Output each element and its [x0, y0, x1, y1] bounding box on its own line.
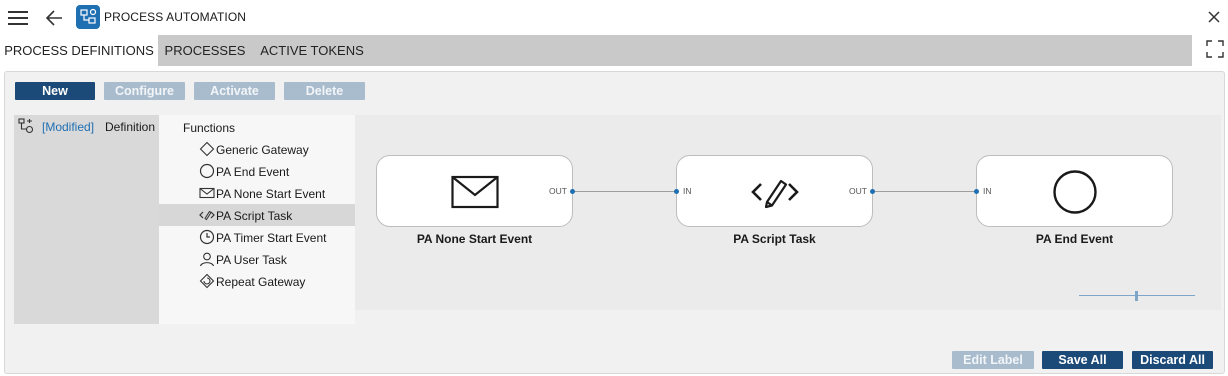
node-caption: PA Script Task	[733, 232, 816, 246]
script-icon	[199, 207, 215, 223]
circle-icon	[199, 163, 215, 179]
functions-palette: Functions Generic Gateway PA End Event P…	[159, 115, 355, 324]
in-port[interactable]	[974, 189, 979, 194]
out-port-label: OUT	[549, 186, 567, 196]
palette-title: Functions	[183, 121, 236, 135]
node-caption: PA None Start Event	[416, 232, 533, 246]
palette-item-repeat-gateway[interactable]: Repeat Gateway	[159, 270, 355, 292]
tab-active-tokens[interactable]: ACTIVE TOKENS	[254, 35, 370, 66]
user-icon	[199, 251, 215, 267]
app-window: PROCESS AUTOMATION PROCESS DEFINITIONS P…	[0, 0, 1228, 376]
discard-all-button[interactable]: Discard All	[1132, 351, 1213, 369]
palette-item-pa-user-task[interactable]: PA User Task	[159, 248, 355, 270]
script-icon	[751, 169, 799, 215]
node-caption: PA End Event	[1035, 232, 1114, 246]
tab-processes[interactable]: PROCESSES	[160, 35, 250, 66]
title-bar: PROCESS AUTOMATION	[0, 0, 1228, 35]
tab-process-definitions[interactable]: PROCESS DEFINITIONS	[0, 35, 158, 66]
node-pa-script-task[interactable]: IN OUT	[674, 155, 875, 227]
envelope-icon	[451, 169, 499, 215]
connector-line	[573, 191, 676, 192]
palette-item-label: PA None Start Event	[216, 187, 326, 201]
circle-icon	[1051, 169, 1099, 215]
new-button[interactable]: New	[15, 82, 95, 100]
palette-item-label: Generic Gateway	[216, 143, 309, 157]
process-automation-app-icon	[76, 5, 100, 29]
app-title: PROCESS AUTOMATION	[104, 10, 247, 24]
out-port[interactable]	[870, 189, 875, 194]
palette-item-pa-end-event[interactable]: PA End Event	[159, 160, 355, 182]
zoom-slider-thumb[interactable]	[1135, 291, 1138, 301]
diamond-icon	[199, 141, 215, 157]
palette-item-pa-timer-start-event[interactable]: PA Timer Start Event	[159, 226, 355, 248]
palette-item-label: PA End Event	[216, 165, 290, 179]
repeat-gateway-icon	[199, 273, 215, 289]
in-port[interactable]	[674, 189, 679, 194]
in-port-label: IN	[683, 186, 692, 196]
palette-item-pa-none-start-event[interactable]: PA None Start Event	[159, 182, 355, 204]
definition-status: [Modified]	[42, 120, 95, 134]
definition-row[interactable]: [Modified] Definition	[14, 115, 159, 137]
main-panel: New Configure Activate Delete [Modified]…	[4, 71, 1225, 374]
close-icon[interactable]	[1206, 9, 1222, 25]
definitions-list: [Modified] Definition	[14, 115, 159, 324]
palette-item-generic-gateway[interactable]: Generic Gateway	[159, 138, 355, 160]
back-arrow-icon[interactable]	[44, 7, 66, 29]
node-pa-end-event[interactable]: IN	[974, 155, 1173, 227]
in-port-label: IN	[983, 186, 992, 196]
tab-bar: PROCESS DEFINITIONS PROCESSES ACTIVE TOK…	[0, 35, 1192, 66]
palette-item-label: PA User Task	[216, 253, 287, 267]
hamburger-menu-icon[interactable]	[8, 10, 28, 26]
activate-button[interactable]: Activate	[194, 82, 275, 100]
palette-item-pa-script-task[interactable]: PA Script Task	[159, 204, 355, 226]
save-all-button[interactable]: Save All	[1042, 351, 1123, 369]
node-pa-none-start-event[interactable]: OUT	[376, 155, 575, 227]
process-definition-icon	[18, 118, 34, 134]
envelope-icon	[199, 185, 215, 201]
edit-label-button[interactable]: Edit Label	[952, 351, 1034, 369]
configure-button[interactable]: Configure	[104, 82, 185, 100]
connector-line	[873, 191, 976, 192]
out-port-label: OUT	[849, 186, 867, 196]
palette-item-label: Repeat Gateway	[216, 275, 306, 289]
fullscreen-icon[interactable]	[1206, 40, 1224, 58]
palette-item-label: PA Timer Start Event	[216, 231, 327, 245]
definition-name: Definition	[105, 120, 156, 134]
out-port[interactable]	[570, 189, 575, 194]
palette-item-label: PA Script Task	[216, 209, 293, 223]
clock-icon	[199, 229, 215, 245]
delete-button[interactable]: Delete	[284, 82, 365, 100]
process-canvas[interactable]: OUT PA None Start Event IN OUT PA Script…	[355, 115, 1221, 310]
